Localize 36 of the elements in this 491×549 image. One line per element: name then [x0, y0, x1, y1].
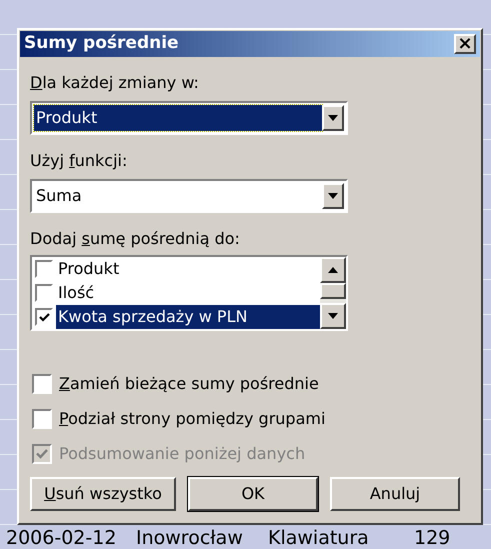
- table-cell-text: Klawiatura: [268, 528, 370, 549]
- scroll-thumb[interactable]: [320, 283, 346, 299]
- checkmark-icon: [38, 312, 50, 322]
- dialog-button[interactable]: OK: [188, 477, 318, 511]
- list-item[interactable]: Produkt: [56, 257, 320, 281]
- dropdown[interactable]: Suma: [30, 179, 348, 213]
- window-title: Sumy pośrednie: [24, 32, 179, 56]
- checkbox[interactable]: [35, 308, 53, 326]
- checkbox[interactable]: [32, 409, 52, 429]
- table-cell-text: Inowrocław: [136, 528, 244, 549]
- field-label: Dodaj sumę pośrednią do:: [30, 228, 240, 250]
- field-label: Użyj funkcji:: [30, 150, 128, 172]
- list-item[interactable]: Ilość: [56, 281, 320, 305]
- scroll-down-button[interactable]: [320, 303, 346, 329]
- checkbox-label: Podsumowanie poniżej danych: [59, 443, 306, 465]
- dropdown-button[interactable]: [322, 105, 344, 131]
- up-arrow-icon: [328, 267, 338, 273]
- scrollbar[interactable]: [320, 257, 346, 329]
- checkbox[interactable]: [32, 374, 52, 394]
- table-cell-text: 2006-02-12: [6, 528, 118, 549]
- field-label: Dla każdej zmiany w:: [30, 72, 199, 94]
- scroll-up-button[interactable]: [320, 257, 346, 283]
- checkmark-icon: [36, 449, 48, 459]
- dropdown[interactable]: Produkt: [30, 101, 348, 135]
- dropdown-button[interactable]: [322, 183, 344, 209]
- close-button[interactable]: ×: [454, 34, 476, 54]
- table-cell-text: 129: [414, 528, 452, 549]
- checkbox-label[interactable]: Zamień bieżące sumy pośrednie: [59, 372, 319, 396]
- list-item[interactable]: Kwota sprzedaży w PLN: [56, 305, 320, 329]
- down-arrow-icon: [328, 193, 338, 199]
- dialog-button[interactable]: Anuluj: [330, 477, 460, 511]
- checkbox-label[interactable]: Podział strony pomiędzy grupami: [59, 407, 326, 431]
- down-arrow-icon: [328, 313, 338, 319]
- dialog-button[interactable]: Usuń wszystko: [30, 477, 176, 511]
- list-box[interactable]: Produkt Ilość Kwota sprzedaży w PLN: [30, 255, 348, 331]
- down-arrow-icon: [328, 115, 338, 121]
